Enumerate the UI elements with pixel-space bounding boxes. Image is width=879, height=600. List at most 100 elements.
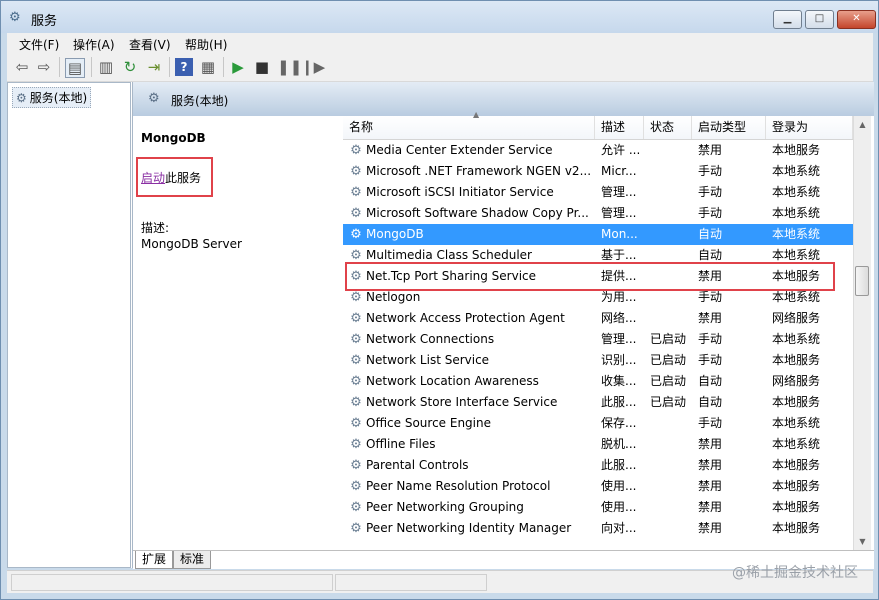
service-startup-type-cell: 手动 xyxy=(698,353,723,367)
table-row[interactable]: ⚙ Peer Networking Identity Manager 向对... 禁用… xyxy=(343,518,853,539)
start-service-link[interactable]: 启动 xyxy=(141,171,165,185)
tree-item-label: 服务(本地) xyxy=(29,91,88,105)
table-row[interactable]: ⚙ Office Source Engine 保存... 手动 本地系统 xyxy=(343,413,853,434)
properties-icon[interactable]: ▥ xyxy=(97,58,115,76)
table-row[interactable]: ⚙ Peer Name Resolution Protocol 使用... 禁用 本地服… xyxy=(343,476,853,497)
menu-file[interactable]: 文件(F) xyxy=(19,36,59,53)
service-description-cell: Micr... xyxy=(601,164,637,178)
service-logon-cell: 本地服务 xyxy=(772,143,821,157)
forward-icon[interactable]: ⇨ xyxy=(35,58,53,76)
service-startup-type-cell: 手动 xyxy=(698,416,723,430)
service-startup-type-cell: 禁用 xyxy=(698,437,723,451)
table-row[interactable]: ⚙ Network Connections 管理... 已启动 手动 本地系统 xyxy=(343,329,853,350)
play-icon[interactable]: ▶ xyxy=(229,58,247,76)
description-text: MongoDB Server xyxy=(141,237,242,251)
service-status-cell: 已启动 xyxy=(650,395,687,409)
table-row[interactable]: ⚙ MongoDB Mon... 自动 本地系统 xyxy=(343,224,853,245)
table-row[interactable]: ⚙ Network Access Protection Agent 网络... 禁用 网… xyxy=(343,308,853,329)
pane-title: 服务(本地) xyxy=(171,94,229,108)
service-gear-icon: ⚙ xyxy=(350,353,362,368)
minimize-button[interactable]: ▁ xyxy=(773,10,802,29)
window-title: 服务 xyxy=(31,14,58,29)
table-row[interactable]: ⚙ Microsoft iSCSI Initiator Service 管理... 手… xyxy=(343,182,853,203)
service-gear-icon: ⚙ xyxy=(350,395,362,410)
table-row[interactable]: ⚙ Peer Networking Grouping 使用... 禁用 本地服务 xyxy=(343,497,853,518)
vertical-scrollbar[interactable]: ▲ ▼ xyxy=(853,116,871,550)
column-header-name[interactable]: 名称 xyxy=(343,116,595,139)
scrollbar-thumb[interactable] xyxy=(855,266,869,296)
service-description-cell: 使用... xyxy=(601,500,637,514)
resume-icon[interactable]: ❙▶ xyxy=(301,58,325,76)
service-name-cell: Office Source Engine xyxy=(366,416,491,430)
table-row[interactable]: ⚙ Network Store Interface Service 此服... 已启动… xyxy=(343,392,853,413)
service-name-cell: Microsoft iSCSI Initiator Service xyxy=(366,185,554,199)
service-gear-icon: ⚙ xyxy=(350,521,362,536)
pane-header: ⚙ 服务(本地) xyxy=(133,82,874,116)
service-name-cell: Microsoft Software Shadow Copy Pr... xyxy=(366,206,589,220)
service-logon-cell: 本地系统 xyxy=(772,416,821,430)
scroll-up-icon[interactable]: ▲ xyxy=(854,116,871,133)
service-logon-cell: 本地系统 xyxy=(772,332,821,346)
toolbar-separator xyxy=(169,57,170,77)
maximize-button[interactable]: □ xyxy=(805,10,834,29)
view-icon[interactable]: ▦ xyxy=(199,58,217,76)
service-gear-icon: ⚙ xyxy=(350,164,362,179)
service-startup-type-cell: 禁用 xyxy=(698,521,723,535)
table-row[interactable]: ⚙ Network Location Awareness 收集... 已启动 自动 网络服… xyxy=(343,371,853,392)
title-bar[interactable]: ⚙ 服务 ▁ □ ✕ xyxy=(1,1,878,33)
table-row[interactable]: ⚙ Microsoft Software Shadow Copy Pr... 管理.… xyxy=(343,203,853,224)
service-startup-type-cell: 手动 xyxy=(698,332,723,346)
column-header-logon[interactable]: 登录为 xyxy=(766,116,853,139)
table-row[interactable]: ⚙ Network List Service 识别... 已启动 手动 本地服务 xyxy=(343,350,853,371)
menu-bar: 文件(F) 操作(A) 查看(V) 帮助(H) xyxy=(7,33,873,53)
tab-extended[interactable]: 扩展 xyxy=(135,551,174,569)
table-row[interactable]: ⚙ Media Center Extender Service 允许 ... 禁用 本地… xyxy=(343,140,853,161)
menu-help[interactable]: 帮助(H) xyxy=(185,36,227,53)
toolbar-separator xyxy=(91,57,92,77)
service-description-cell: 收集... xyxy=(601,374,637,388)
menu-view[interactable]: 查看(V) xyxy=(129,36,171,53)
toolbar-separator xyxy=(223,57,224,77)
gear-icon: ⚙ xyxy=(16,91,27,105)
watermark-text: @稀土掘金技术社区 xyxy=(732,565,858,581)
tree-item-services-local[interactable]: ⚙ 服务(本地) xyxy=(12,87,92,108)
service-name-cell: Offline Files xyxy=(366,437,436,451)
export-icon[interactable]: ⇥ xyxy=(145,58,163,76)
column-header-status[interactable]: 状态 xyxy=(644,116,692,139)
status-segment xyxy=(335,574,487,591)
service-description-cell: 此服... xyxy=(601,458,637,472)
column-header-startup-type[interactable]: 启动类型 xyxy=(692,116,766,139)
refresh-icon[interactable]: ↻ xyxy=(121,58,139,76)
service-name-cell: Network Access Protection Agent xyxy=(366,311,565,325)
help-icon[interactable]: ? xyxy=(175,58,193,76)
service-description-cell: 管理... xyxy=(601,332,637,346)
service-logon-cell: 网络服务 xyxy=(772,311,821,325)
service-name-cell: Network Store Interface Service xyxy=(366,395,558,409)
service-status-cell: 已启动 xyxy=(650,332,687,346)
service-description-cell: 向对... xyxy=(601,521,637,535)
table-row[interactable]: ⚙ Microsoft .NET Framework NGEN v2... Micr… xyxy=(343,161,853,182)
scroll-down-icon[interactable]: ▼ xyxy=(854,533,871,550)
service-logon-cell: 本地系统 xyxy=(772,185,821,199)
tab-standard[interactable]: 标准 xyxy=(173,551,212,569)
service-gear-icon: ⚙ xyxy=(350,500,362,515)
service-startup-type-cell: 手动 xyxy=(698,206,723,220)
service-gear-icon: ⚙ xyxy=(350,143,362,158)
pause-icon[interactable]: ❚❚ xyxy=(277,58,302,76)
service-startup-type-cell: 手动 xyxy=(698,164,723,178)
service-description-cell: 使用... xyxy=(601,479,637,493)
service-name-cell: Peer Name Resolution Protocol xyxy=(366,479,551,493)
close-button[interactable]: ✕ xyxy=(837,10,876,29)
service-logon-cell: 本地服务 xyxy=(772,521,821,535)
menu-action[interactable]: 操作(A) xyxy=(73,36,115,53)
table-row[interactable]: ⚙ Offline Files 脱机... 禁用 本地系统 xyxy=(343,434,853,455)
console-tree-icon[interactable]: ▤ xyxy=(65,58,85,78)
service-name-cell: MongoDB xyxy=(366,227,424,241)
start-service-suffix: 此服务 xyxy=(165,171,202,185)
table-row[interactable]: ⚙ Parental Controls 此服... 禁用 本地服务 xyxy=(343,455,853,476)
column-header-description[interactable]: 描述 xyxy=(595,116,644,139)
back-icon[interactable]: ⇦ xyxy=(13,58,31,76)
stop-icon[interactable]: ■ xyxy=(253,58,271,76)
service-gear-icon: ⚙ xyxy=(350,479,362,494)
services-pane: ⚙ 服务(本地) MongoDB 启动此服务 描述: MongoDB Serve… xyxy=(132,82,874,569)
